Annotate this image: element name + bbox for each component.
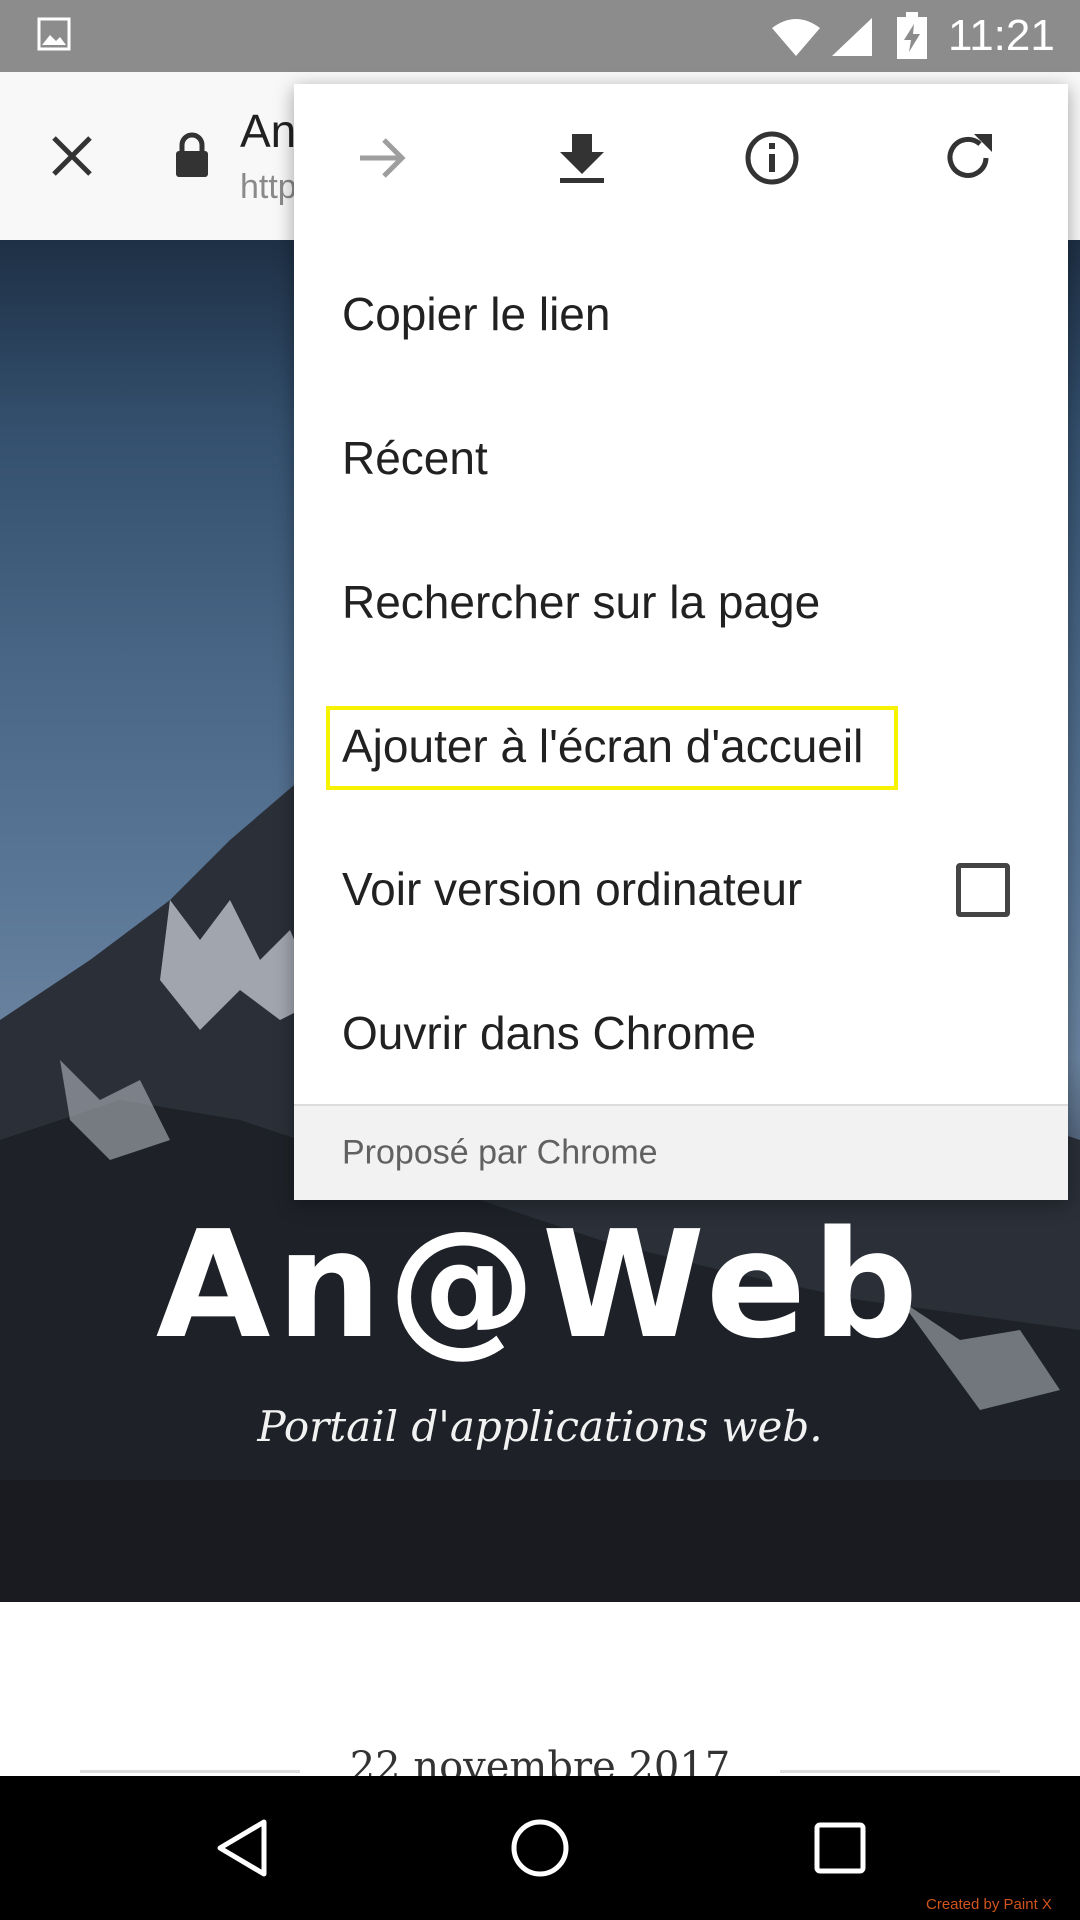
gallery-icon	[37, 17, 71, 51]
menu-item-label: Rechercher sur la page	[342, 576, 821, 628]
status-time: 11:21	[948, 11, 1055, 60]
menu-icon-row	[294, 84, 1068, 226]
menu-item-add-to-home-screen[interactable]: Ajouter à l'écran d'accueil	[294, 674, 1068, 818]
back-icon[interactable]	[214, 1818, 270, 1878]
signal-icon	[832, 18, 872, 56]
menu-item-label: Voir version ordinateur	[342, 863, 803, 915]
site-tagline: Portail d'applications web.	[257, 1402, 823, 1451]
menu-item-open-in-chrome[interactable]: Ouvrir dans Chrome	[294, 961, 1068, 1105]
forward-icon[interactable]	[354, 130, 410, 186]
menu-footer: Proposé par Chrome	[294, 1104, 1068, 1200]
menu-item-label: Ajouter à l'écran d'accueil	[342, 720, 864, 772]
battery-charging-icon	[897, 12, 927, 59]
refresh-icon[interactable]	[940, 130, 996, 186]
lock-icon	[176, 132, 208, 177]
page-title: An	[240, 105, 297, 157]
close-icon[interactable]	[48, 132, 96, 180]
menu-item-desktop-site[interactable]: Voir version ordinateur	[294, 817, 1068, 961]
status-bar: 11:21	[0, 0, 1080, 72]
menu-item-find-in-page[interactable]: Rechercher sur la page	[294, 530, 1068, 674]
overflow-menu: Copier le lien Récent Rechercher sur la …	[294, 84, 1068, 1200]
site-logo: An@Web	[155, 1199, 925, 1371]
desktop-site-checkbox[interactable]	[956, 863, 1010, 917]
page-url: http	[240, 168, 297, 206]
wifi-icon	[772, 19, 820, 56]
download-icon[interactable]	[554, 130, 610, 186]
menu-item-recent[interactable]: Récent	[294, 386, 1068, 530]
recents-icon[interactable]	[814, 1822, 866, 1874]
home-icon[interactable]	[510, 1818, 570, 1878]
menu-item-copy-link[interactable]: Copier le lien	[294, 242, 1068, 386]
info-icon[interactable]	[744, 130, 800, 186]
menu-item-label: Récent	[342, 432, 488, 484]
menu-footer-label: Proposé par Chrome	[342, 1133, 658, 1172]
menu-item-label: Copier le lien	[342, 288, 611, 340]
watermark: Created by Paint X	[926, 1896, 1052, 1913]
menu-item-label: Ouvrir dans Chrome	[342, 1007, 757, 1059]
